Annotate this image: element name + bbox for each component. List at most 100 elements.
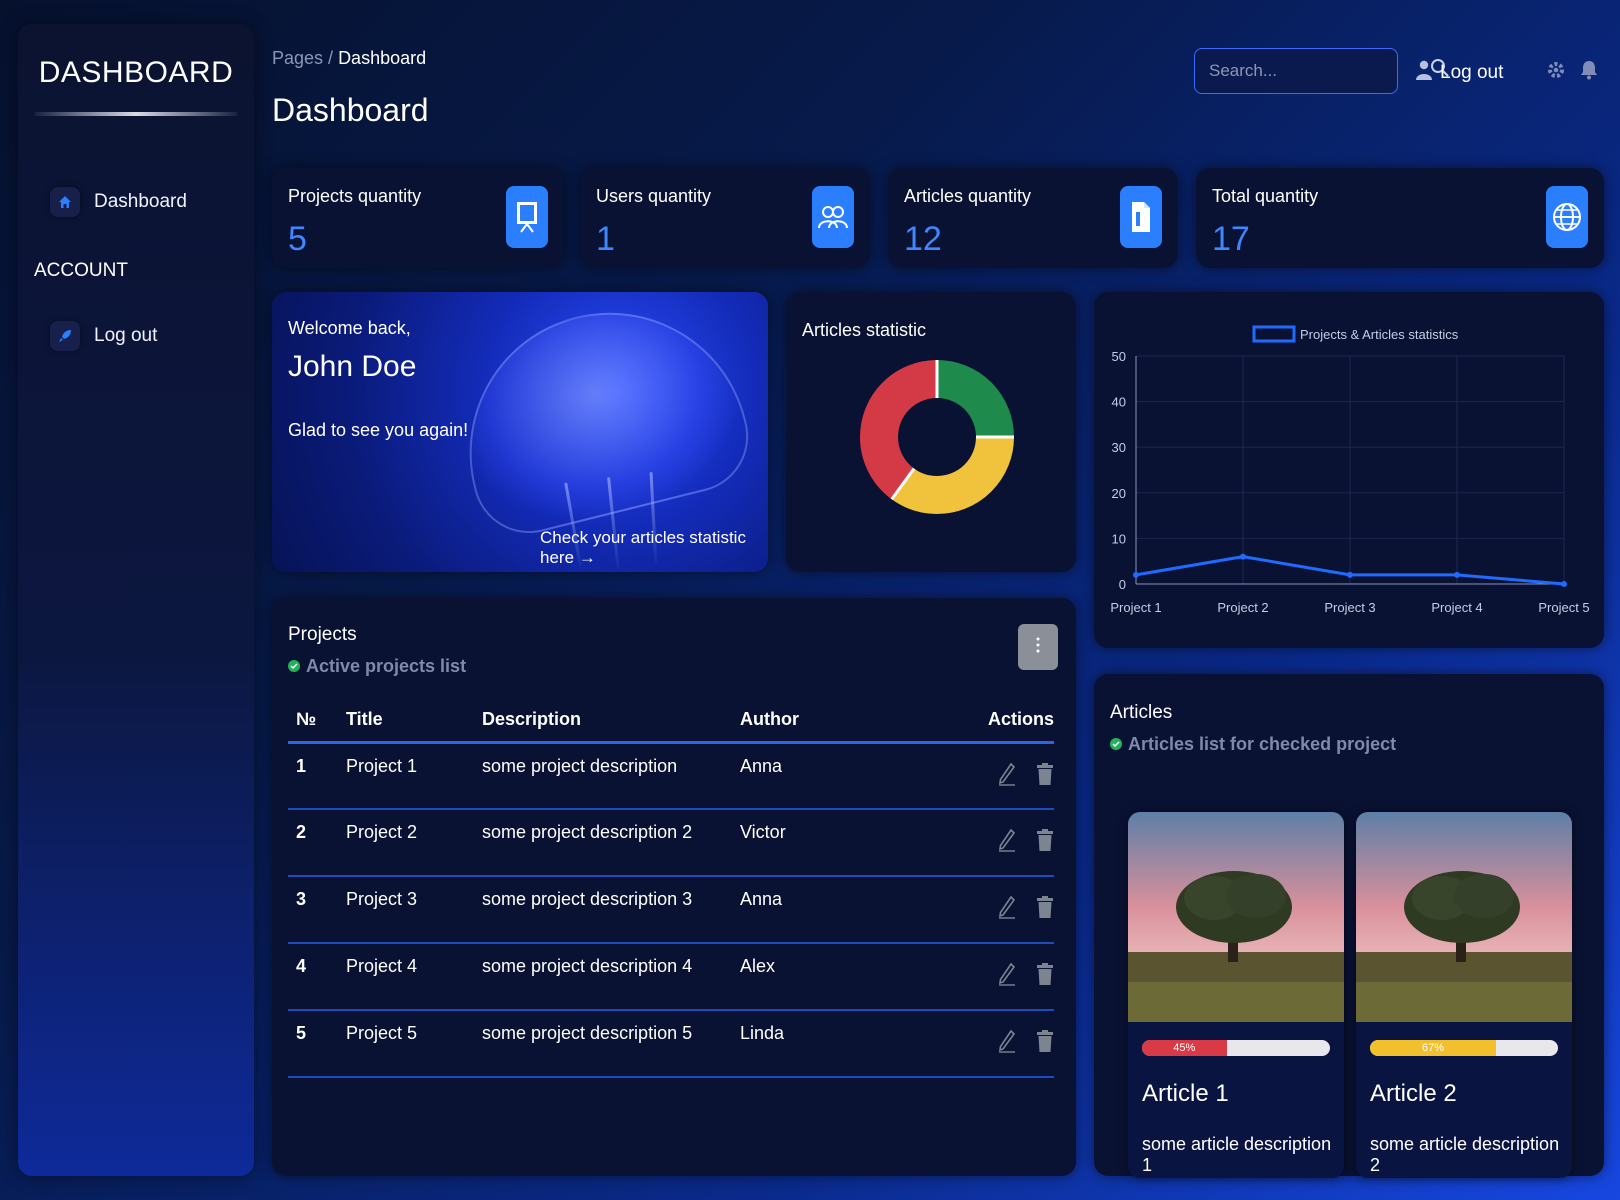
trash-icon[interactable] (1036, 828, 1054, 858)
row-number: 4 (288, 943, 346, 1011)
articles-subtitle-text: Articles list for checked project (1128, 734, 1397, 754)
projects-subtitle-text: Active projects list (306, 656, 467, 676)
legend-label: Projects & Articles statistics (1300, 327, 1459, 342)
sidebar-item-label: Dashboard (94, 191, 187, 212)
breadcrumb: Pages / Dashboard (272, 48, 426, 69)
row-author: Alex (740, 943, 920, 1011)
row-actions (920, 742, 1054, 810)
article-image (1128, 812, 1344, 1022)
article-image (1356, 812, 1572, 1022)
welcome-card: Welcome back, John Doe Glad to see you a… (272, 292, 768, 572)
article-progress-bar: 67% (1370, 1040, 1558, 1056)
edit-pencil-icon[interactable] (998, 762, 1016, 792)
row-number: 5 (288, 1010, 346, 1078)
stat-value: 17 (1212, 220, 1250, 258)
sidebar-brand: DASHBOARD (38, 56, 234, 89)
projects-card: Projects Active projects list № Title De… (272, 598, 1076, 1176)
x-tick-label: Project 2 (1217, 600, 1268, 615)
trash-icon[interactable] (1036, 895, 1054, 925)
row-actions (920, 1010, 1054, 1078)
row-actions (920, 809, 1054, 877)
stat-value: 5 (288, 220, 307, 258)
row-number: 2 (288, 809, 346, 877)
column-header: № (288, 698, 346, 744)
trash-icon[interactable] (1036, 762, 1054, 792)
row-description: some project description 3 (482, 876, 740, 944)
user-icon (1416, 60, 1432, 86)
x-tick-label: Project 4 (1431, 600, 1482, 615)
stat-card-total: Total quantity 17 (1196, 168, 1604, 268)
x-tick-label: Project 5 (1538, 600, 1589, 615)
gear-icon[interactable] (1546, 60, 1566, 86)
rocket-icon (50, 321, 80, 351)
stat-label: Total quantity (1212, 186, 1319, 206)
home-icon (50, 187, 80, 217)
account-section-title: ACCOUNT (34, 260, 128, 281)
brand-divider (34, 112, 238, 116)
y-tick-label: 30 (1112, 440, 1126, 455)
row-title: Project 5 (346, 1010, 482, 1078)
edit-pencil-icon[interactable] (998, 962, 1016, 992)
row-description: some project description (482, 742, 740, 810)
donut-chart (860, 360, 1014, 514)
table-row: 1 Project 1 some project description Anna (288, 742, 1054, 810)
welcome-message: Glad to see you again! (288, 420, 469, 440)
articles-statistic-title: Articles statistic (802, 320, 927, 340)
breadcrumb-root[interactable]: Pages (272, 48, 323, 68)
table-row: 3 Project 3 some project description 3 Anna (288, 876, 1054, 944)
breadcrumb-current: Dashboard (338, 48, 427, 68)
y-tick-label: 10 (1112, 531, 1126, 546)
articles-statistic-card: Articles statistic (786, 292, 1076, 572)
legend-swatch (1252, 325, 1296, 343)
users-icon (812, 186, 854, 248)
sidebar-item-dashboard[interactable]: Dashboard (50, 182, 187, 222)
more-options-button[interactable] (1018, 624, 1058, 670)
line-chart-card: Projects & Articles statistics 0 10 20 30 40 5… (1094, 292, 1604, 648)
row-actions (920, 876, 1054, 944)
vertical-dots-icon (1036, 637, 1040, 658)
column-header: Description (482, 698, 740, 744)
row-title: Project 3 (346, 876, 482, 944)
y-tick-label: 40 (1112, 395, 1126, 410)
article-progress-bar: 45% (1142, 1040, 1330, 1056)
projects-title: Projects (288, 624, 357, 645)
bell-icon[interactable] (1580, 60, 1598, 86)
sidebar-item-label: Log out (94, 325, 158, 346)
data-point (1347, 571, 1353, 578)
trash-icon[interactable] (1036, 962, 1054, 992)
edit-pencil-icon[interactable] (998, 895, 1016, 925)
edit-pencil-icon[interactable] (998, 1029, 1016, 1059)
article-card[interactable]: 45% Article 1 some article description 1 (1128, 812, 1344, 1178)
progress-fill: 67% (1370, 1040, 1496, 1056)
search-input[interactable] (1209, 61, 1430, 81)
row-actions (920, 943, 1054, 1011)
progress-fill: 45% (1142, 1040, 1227, 1056)
articles-title: Articles (1110, 702, 1173, 723)
articles-statistic-link[interactable]: Check your articles statistic here → (540, 528, 768, 568)
articles-subtitle: Articles list for checked project (1110, 734, 1396, 755)
page-title: Dashboard (272, 92, 429, 128)
trash-icon[interactable] (1036, 1029, 1054, 1059)
articles-card: Articles Articles list for checked proje… (1094, 674, 1604, 1178)
welcome-greeting: Welcome back, (288, 318, 411, 338)
globe-icon (1546, 186, 1588, 248)
stat-label: Projects quantity (288, 186, 422, 206)
x-tick-label: Project 3 (1324, 600, 1375, 615)
sidebar-item-logout[interactable]: Log out (50, 316, 157, 356)
y-tick-label: 0 (1119, 577, 1126, 592)
stat-card-articles: Articles quantity 12 (888, 168, 1178, 268)
article-card[interactable]: 67% Article 2 some article description 2 (1356, 812, 1572, 1178)
table-row: 4 Project 4 some project description 4 Alex (288, 943, 1054, 1011)
edit-pencil-icon[interactable] (998, 828, 1016, 858)
stat-card-users: Users quantity 1 (580, 168, 870, 268)
row-author: Linda (740, 1010, 920, 1078)
logout-link[interactable]: Log out (1416, 60, 1503, 86)
data-point (1133, 571, 1139, 578)
check-circle-icon (1110, 734, 1122, 755)
row-author: Victor (740, 809, 920, 877)
row-title: Project 4 (346, 943, 482, 1011)
y-tick-label: 50 (1112, 349, 1126, 364)
stat-label: Users quantity (596, 186, 712, 206)
stat-value: 12 (904, 220, 942, 258)
row-author: Anna (740, 876, 920, 944)
